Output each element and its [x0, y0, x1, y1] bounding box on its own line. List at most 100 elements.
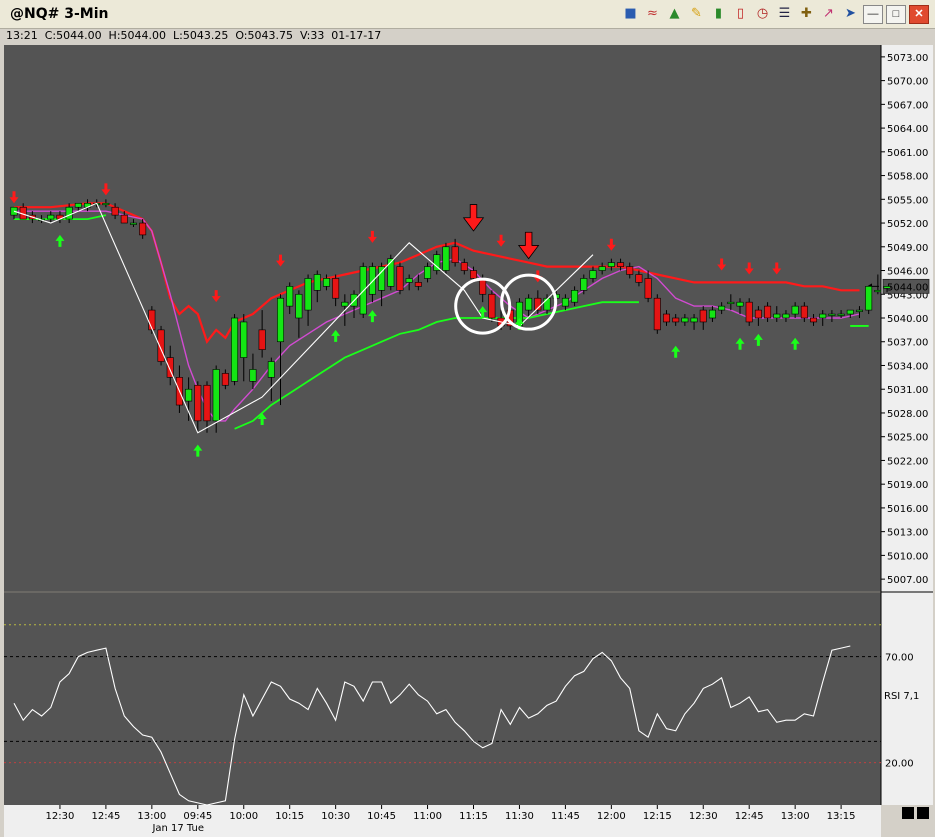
candle-body	[102, 202, 110, 206]
tree-icon[interactable]: ▲	[665, 5, 684, 23]
price-tick-label: 5025.00	[887, 433, 928, 444]
candle-body	[589, 270, 597, 279]
candle-body	[708, 309, 716, 319]
candle-body	[883, 286, 891, 289]
price-tick-label: 5040.00	[887, 314, 928, 325]
candle-body	[267, 361, 275, 378]
list-icon[interactable]: ☰	[775, 5, 794, 23]
candle-body	[828, 313, 836, 316]
candle-body	[249, 369, 257, 382]
quote-readout: 13:21 C:5044.00 H:5044.00 L:5043.25 O:50…	[6, 29, 382, 42]
candle-body	[488, 293, 496, 319]
candle-body	[662, 313, 670, 323]
pencil-icon[interactable]: ✎	[687, 5, 706, 23]
price-tick-label: 5028.00	[887, 409, 928, 420]
rsi-label: RSI 7,1	[884, 691, 919, 702]
close-button[interactable]: ✕	[909, 5, 929, 24]
candle-body	[819, 313, 827, 319]
candle-body	[212, 369, 220, 422]
time-tick-label: 13:15	[827, 811, 856, 822]
candle-body	[745, 301, 753, 323]
candle-body	[653, 297, 661, 331]
bar-chart-icon[interactable]: ▮	[709, 5, 728, 23]
candle-body	[185, 388, 193, 402]
candle-body	[699, 309, 707, 323]
time-tick-label: 12:00	[597, 811, 626, 822]
candle-body	[782, 313, 790, 319]
candle-body	[221, 373, 229, 386]
candle-body	[773, 313, 781, 319]
candle-body	[571, 290, 579, 303]
price-tick-label: 5067.00	[887, 100, 928, 111]
time-tick-label: 10:15	[275, 811, 304, 822]
rainbow-icon[interactable]: ≈	[643, 5, 662, 23]
candle-body	[442, 246, 450, 271]
time-tick-label: 10:30	[321, 811, 350, 822]
chart-area[interactable]: 5073.00 5070.00 5067.00 5064.00 5061.00 5058.…	[0, 43, 935, 837]
price-axis: 5073.00 5070.00 5067.00 5064.00 5061.00 5058.…	[881, 53, 928, 586]
price-tick-label: 5052.00	[887, 219, 928, 230]
toolbar: ■ ≈ ▲ ✎ ▮ ▯ ◷ ☰ ✚ ↗ ➤ — □ ✕	[621, 5, 929, 25]
candle-body	[341, 301, 349, 307]
candle-body	[810, 317, 818, 323]
candle-body	[157, 329, 165, 362]
price-tick-label: 5061.00	[887, 148, 928, 159]
candle-body	[754, 309, 762, 319]
time-tick-label: 13:00	[781, 811, 810, 822]
title-bar[interactable]: @NQ# 3-Min ■ ≈ ▲ ✎ ▮ ▯ ◷ ☰ ✚ ↗ ➤ — □ ✕	[0, 0, 935, 29]
candle-body	[479, 278, 487, 295]
line-chart-icon[interactable]: ↗	[819, 5, 838, 23]
candle-body	[736, 301, 744, 307]
candle-body	[295, 293, 303, 319]
candle-body	[764, 305, 772, 319]
window-title: @NQ# 3-Min	[10, 6, 109, 22]
candle-body	[791, 305, 799, 315]
candle-body	[451, 246, 459, 263]
time-tick-label: 11:00	[413, 811, 442, 822]
candle-body	[322, 278, 330, 287]
candle-body	[561, 297, 569, 307]
price-tick-label: 5049.00	[887, 243, 928, 254]
chart-window: @NQ# 3-Min ■ ≈ ▲ ✎ ▮ ▯ ◷ ☰ ✚ ↗ ➤ — □ ✕ 1…	[0, 0, 935, 837]
candle-body	[111, 206, 119, 216]
candle-body	[304, 278, 312, 311]
rsi-level-label: 20.00	[885, 759, 914, 770]
date-label: Jan 17 Tue	[151, 823, 204, 834]
boxes-icon[interactable]: ■	[621, 5, 640, 23]
time-tick-label: 12:30	[46, 811, 75, 822]
price-tick-label: 5064.00	[887, 124, 928, 135]
brush-icon[interactable]: ✚	[797, 5, 816, 23]
time-tick-label: 13:00	[137, 811, 166, 822]
maximize-button[interactable]: □	[886, 5, 906, 24]
candle-body	[855, 309, 863, 312]
candle-body	[286, 286, 294, 307]
candlestick-icon[interactable]: ▯	[731, 5, 750, 23]
price-tick-label: 5022.00	[887, 456, 928, 467]
time-tick-label: 12:45	[91, 811, 120, 822]
time-tick-label: 11:15	[459, 811, 488, 822]
candle-body	[672, 317, 680, 323]
candle-body	[469, 270, 477, 279]
candle-body	[120, 214, 128, 224]
price-tick-label: 5034.00	[887, 361, 928, 372]
candle-body	[727, 301, 735, 304]
candle-body	[148, 309, 156, 331]
minimize-button[interactable]: —	[863, 5, 883, 24]
candle-body	[718, 305, 726, 311]
pin-icon[interactable]: ➤	[841, 5, 860, 23]
candle-body	[635, 274, 643, 283]
clock-icon[interactable]: ◷	[753, 5, 772, 23]
candle-body	[580, 278, 588, 291]
candle-body	[626, 266, 634, 275]
candle-body	[74, 202, 82, 208]
scroll-left-icon	[902, 807, 914, 819]
candle-body	[617, 262, 625, 267]
candle-body	[194, 384, 202, 422]
candle-body	[525, 297, 533, 311]
candle-body	[240, 321, 248, 358]
candle-body	[846, 309, 854, 315]
time-tick-label: 10:00	[229, 811, 258, 822]
price-tick-label: 5007.00	[887, 575, 928, 586]
candle-body	[258, 329, 266, 350]
candle-body	[874, 290, 882, 293]
